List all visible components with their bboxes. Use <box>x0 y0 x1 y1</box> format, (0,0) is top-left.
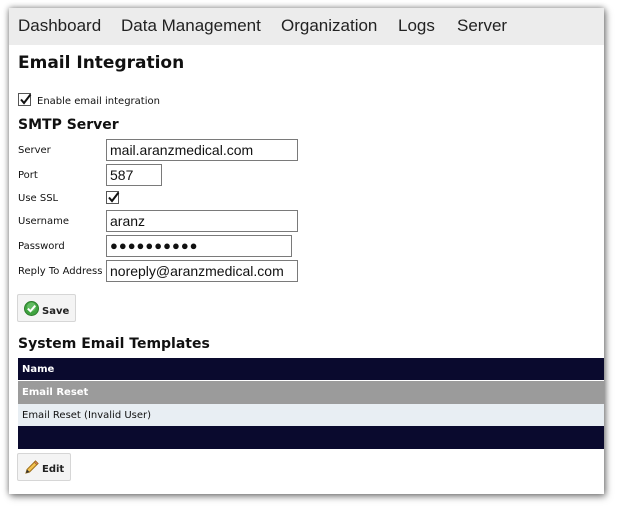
username-label: Username <box>18 216 69 227</box>
enable-email-checkbox[interactable] <box>18 93 32 106</box>
table-header-name[interactable]: Name <box>18 358 604 380</box>
checkmark-icon <box>20 93 32 105</box>
port-input[interactable]: 587 <box>106 164 162 186</box>
server-label: Server <box>18 145 51 156</box>
table-row[interactable]: Email Reset <box>18 381 604 404</box>
nav-logs[interactable]: Logs <box>398 16 435 36</box>
nav-dashboard[interactable]: Dashboard <box>18 16 101 36</box>
username-input[interactable]: aranz <box>106 210 298 232</box>
page-title: Email Integration <box>18 53 185 73</box>
templates-section-title: System Email Templates <box>18 336 210 352</box>
save-button[interactable]: Save <box>17 294 76 322</box>
enable-email-label: Enable email integration <box>37 96 160 107</box>
table-row[interactable]: Email Reset (Invalid User) <box>18 404 604 427</box>
nav-server[interactable]: Server <box>457 16 507 36</box>
smtp-section-title: SMTP Server <box>18 117 119 133</box>
password-input[interactable]: ●●●●●●●●●● <box>106 235 292 257</box>
ssl-label: Use SSL <box>18 193 59 204</box>
reply-to-input[interactable]: noreply@aranzmedical.com <box>106 260 298 282</box>
edit-button-label: Edit <box>42 464 65 475</box>
port-label: Port <box>18 170 38 181</box>
nav-data-management[interactable]: Data Management <box>121 16 261 36</box>
server-input[interactable]: mail.aranzmedical.com <box>106 139 298 161</box>
app-window: Dashboard Data Management Organization L… <box>9 8 604 494</box>
edit-button[interactable]: Edit <box>17 453 71 481</box>
reply-to-label: Reply To Address <box>18 266 103 277</box>
save-button-label: Save <box>42 306 70 317</box>
checkmark-icon <box>108 191 120 203</box>
checkmark-circle-icon <box>24 301 39 316</box>
nav-organization[interactable]: Organization <box>281 16 377 36</box>
ssl-checkbox[interactable] <box>106 191 120 204</box>
password-label: Password <box>18 241 65 252</box>
pencil-icon <box>25 460 39 474</box>
top-nav: Dashboard Data Management Organization L… <box>9 8 604 45</box>
table-footer <box>18 426 604 449</box>
